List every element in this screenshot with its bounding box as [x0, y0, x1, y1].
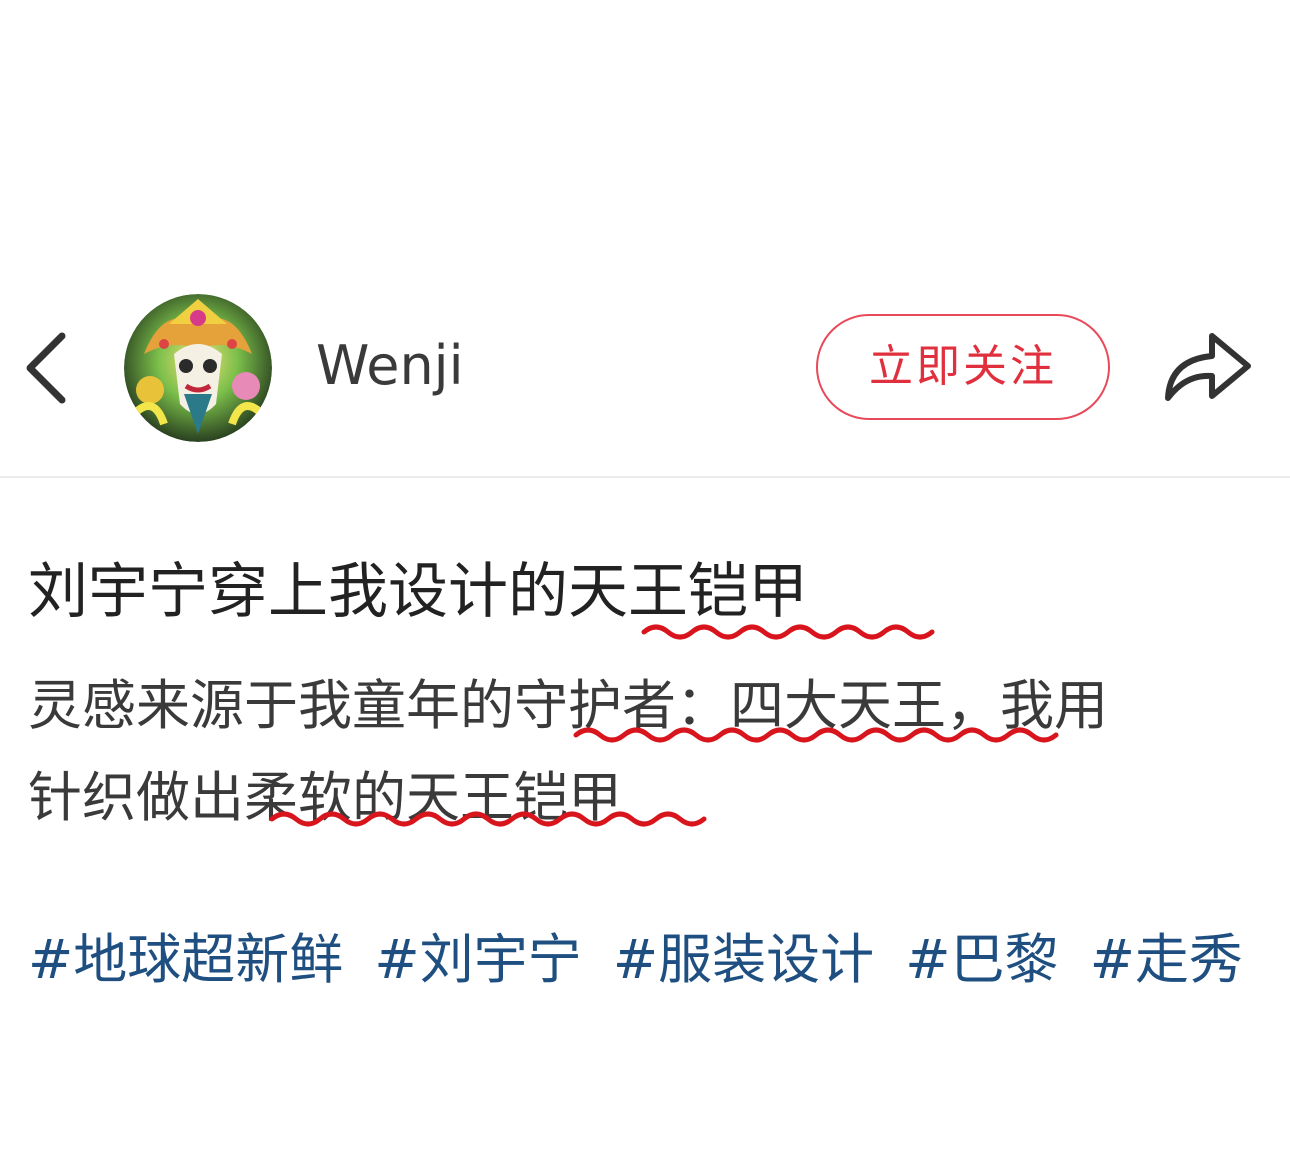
hashtag[interactable]: #巴黎	[905, 928, 1058, 991]
avatar-image	[124, 294, 272, 442]
post-title: 刘宇宁穿上我设计的天王铠甲	[28, 557, 808, 627]
avatar[interactable]	[124, 294, 272, 442]
username[interactable]: Wenji	[316, 334, 464, 398]
post-header: Wenji 立即关注	[0, 290, 1290, 476]
hashtag-list: #地球超新鲜 #刘宇宁 #服装设计 #巴黎 #走秀	[28, 924, 1257, 996]
follow-button[interactable]: 立即关注	[816, 314, 1110, 420]
post-body-line-1: 灵感来源于我童年的守护者：四大天王，我用	[28, 674, 1108, 737]
chevron-left-icon	[26, 332, 66, 404]
hashtag[interactable]: #地球超新鲜	[28, 928, 343, 991]
post-body: 灵感来源于我童年的守护者：四大天王，我用 针织做出柔软的天王铠甲	[28, 660, 1268, 844]
share-button[interactable]	[1160, 326, 1256, 406]
hashtag[interactable]: #服装设计	[613, 928, 874, 991]
hashtag[interactable]: #刘宇宁	[374, 928, 581, 991]
hashtag[interactable]: #走秀	[1090, 928, 1243, 991]
share-arrow-icon	[1165, 333, 1251, 401]
post-body-line-2: 针织做出柔软的天王铠甲	[28, 766, 622, 829]
back-button[interactable]	[14, 328, 78, 408]
header-divider	[0, 476, 1290, 478]
